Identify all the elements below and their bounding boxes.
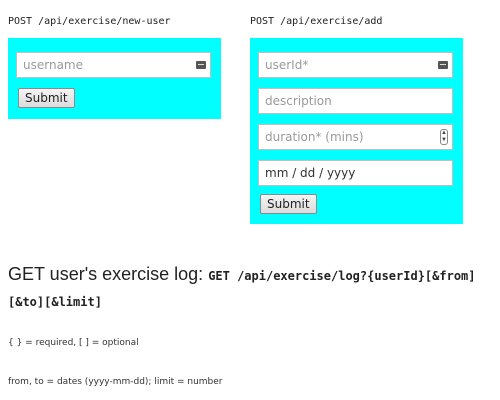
username-input[interactable]: username bbox=[16, 52, 211, 78]
add-exercise-route-label: POST /api/exercise/add bbox=[250, 16, 383, 27]
add-exercise-form: userId* description duration* (mins) ▲ ▼ … bbox=[250, 38, 463, 224]
add-exercise-submit-button[interactable]: Submit bbox=[260, 194, 317, 214]
new-user-route-label: POST /api/exercise/new-user bbox=[8, 16, 171, 27]
duration-placeholder: duration* (mins) bbox=[265, 130, 364, 144]
userid-input[interactable]: userId* bbox=[258, 52, 453, 78]
duration-input[interactable]: duration* (mins) ▲ ▼ bbox=[258, 124, 453, 150]
exercise-log-heading-text: GET user's exercise log: bbox=[8, 264, 209, 284]
username-placeholder: username bbox=[23, 58, 83, 72]
page: POST /api/exercise/new-user POST /api/ex… bbox=[0, 0, 500, 400]
description-placeholder: description bbox=[265, 94, 332, 108]
spinner-icon[interactable]: ▲ ▼ bbox=[440, 129, 448, 145]
date-value: mm / dd / yyyy bbox=[265, 166, 356, 180]
required-optional-note: { } = required, [ ] = optional bbox=[8, 338, 139, 348]
exercise-log-heading: GET user's exercise log: GET /api/exerci… bbox=[8, 262, 492, 314]
params-note: from, to = dates (yyyy-mm-dd); limit = n… bbox=[8, 377, 223, 387]
keyboard-icon[interactable] bbox=[438, 61, 448, 69]
new-user-submit-button[interactable]: Submit bbox=[18, 88, 75, 108]
userid-placeholder: userId* bbox=[265, 58, 309, 72]
date-input[interactable]: mm / dd / yyyy bbox=[258, 160, 453, 186]
keyboard-icon[interactable] bbox=[196, 61, 206, 69]
new-user-form: username Submit bbox=[8, 38, 221, 119]
description-input[interactable]: description bbox=[258, 88, 453, 114]
